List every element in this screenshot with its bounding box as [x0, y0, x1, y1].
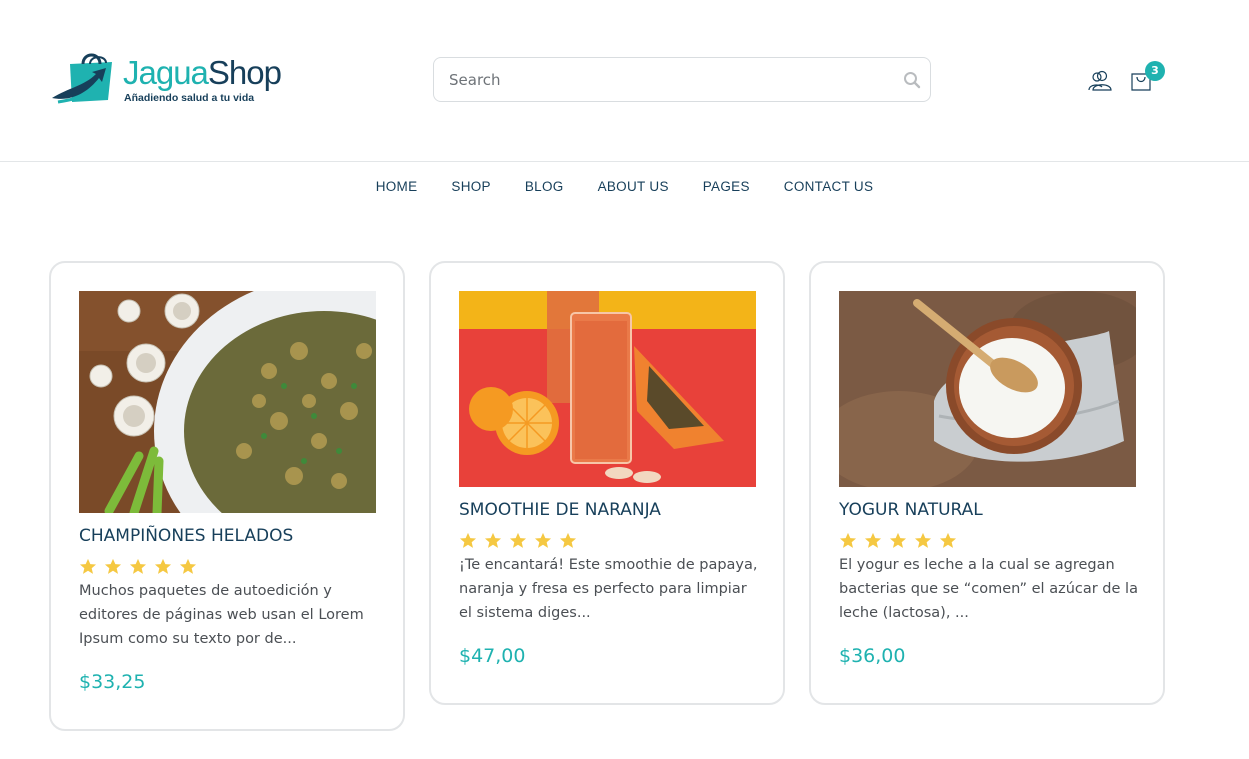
star-icon [484, 532, 502, 548]
main-navigation: HOME SHOP BLOG ABOUT US PAGES CONTACT US [0, 163, 1249, 211]
nav-item-home[interactable]: HOME [376, 163, 418, 211]
star-icon [104, 558, 122, 574]
search-icon[interactable] [900, 68, 924, 92]
product-card: SMOOTHIE DE NARANJA ¡Te encantará! Este … [429, 261, 785, 705]
nav-item-blog[interactable]: BLOG [525, 163, 564, 211]
product-image-yogurt[interactable] [839, 291, 1136, 487]
star-icon [79, 558, 97, 574]
star-icon [559, 532, 577, 548]
star-icon [839, 532, 857, 548]
star-icon [154, 558, 172, 574]
product-title[interactable]: YOGUR NATURAL [839, 500, 983, 520]
star-icon [534, 532, 552, 548]
site-header: JaguaShop Añadiendo salud a tu vida 3 [0, 0, 1249, 162]
star-icon [509, 532, 527, 548]
product-description: El yogur es leche a la cual se agregan b… [839, 557, 1138, 621]
product-rating [459, 532, 577, 549]
product-card: CHAMPIÑONES HELADOS Muchos paquetes de a… [49, 261, 405, 731]
star-icon [864, 532, 882, 548]
product-description: Muchos paquetes de autoedición y editore… [79, 583, 364, 647]
nav-item-pages[interactable]: PAGES [703, 163, 750, 211]
product-description: ¡Te encantará! Este smoothie de papaya, … [459, 557, 758, 621]
brand-name: JaguaShop [123, 54, 282, 91]
product-price: $36,00 [839, 645, 906, 667]
star-icon [459, 532, 477, 548]
star-icon [914, 532, 932, 548]
product-card: YOGUR NATURAL El yogur es leche a la cua… [809, 261, 1165, 705]
product-title[interactable]: CHAMPIÑONES HELADOS [79, 526, 293, 546]
brand-logo[interactable]: JaguaShop Añadiendo salud a tu vida [50, 50, 282, 112]
star-icon [889, 532, 907, 548]
star-icon [179, 558, 197, 574]
shopping-bag-logo-icon [52, 53, 112, 104]
nav-item-about-us[interactable]: ABOUT US [598, 163, 669, 211]
product-image-smoothie[interactable] [459, 291, 756, 487]
product-title[interactable]: SMOOTHIE DE NARANJA [459, 500, 661, 520]
search-input[interactable] [434, 58, 894, 101]
product-rating [79, 558, 197, 575]
brand-tagline: Añadiendo salud a tu vida [124, 92, 255, 104]
product-image-mushrooms[interactable] [79, 291, 376, 513]
nav-item-shop[interactable]: SHOP [451, 163, 490, 211]
product-price: $47,00 [459, 645, 526, 667]
nav-item-contact-us[interactable]: CONTACT US [784, 163, 874, 211]
star-icon [939, 532, 957, 548]
product-price: $33,25 [79, 671, 146, 693]
product-rating [839, 532, 957, 549]
star-icon [129, 558, 147, 574]
cart-count-badge: 3 [1145, 61, 1165, 81]
user-icon[interactable] [1088, 69, 1112, 91]
search-box [433, 57, 931, 102]
